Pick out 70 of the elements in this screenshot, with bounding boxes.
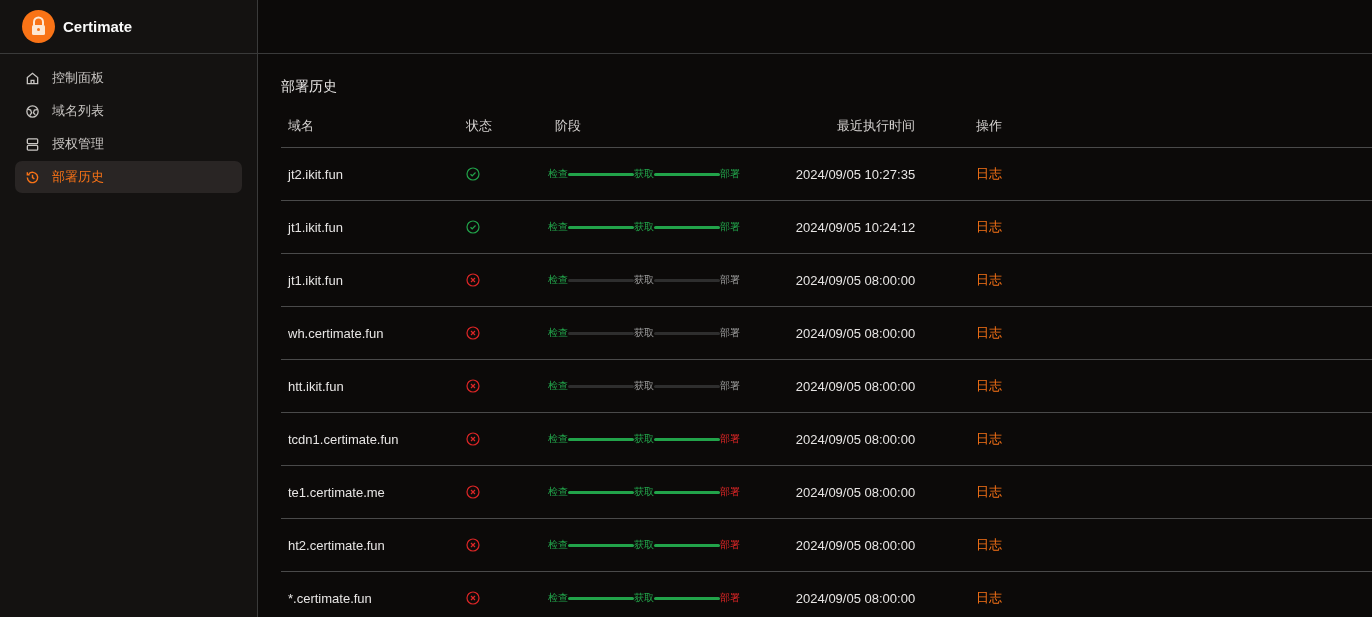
time-cell: 2024/09/05 08:00:00 [782, 572, 969, 617]
domain-cell: jt2.ikit.fun [281, 148, 459, 201]
app-name: Certimate [63, 18, 133, 35]
domain-cell: *.certimate.fun [281, 572, 459, 617]
stage-label: 检查 [548, 326, 568, 340]
stage-label: 检查 [548, 273, 568, 287]
stage-label: 部署 [720, 220, 740, 234]
time-cell: 2024/09/05 08:00:00 [782, 413, 969, 466]
sidebar-item[interactable]: 域名列表 [15, 95, 242, 127]
column-header: 操作 [969, 117, 1372, 148]
log-link[interactable]: 日志 [976, 218, 1002, 236]
domain-cell: jt1.ikit.fun [281, 201, 459, 254]
stage-label: 获取 [634, 591, 654, 605]
stage-label: 获取 [634, 432, 654, 446]
time-cell: 2024/09/05 08:00:00 [782, 466, 969, 519]
stage-label: 检查 [548, 538, 568, 552]
stage-label: 部署 [720, 167, 740, 181]
stage-label: 检查 [548, 485, 568, 499]
column-header: 域名 [281, 117, 459, 148]
column-header: 最近执行时间 [782, 117, 969, 148]
stage-label: 获取 [634, 273, 654, 287]
log-link[interactable]: 日志 [976, 589, 1002, 607]
stage-label: 检查 [548, 432, 568, 446]
time-cell: 2024/09/05 08:00:00 [782, 360, 969, 413]
history-icon [25, 169, 40, 185]
page-title: 部署历史 [281, 78, 338, 96]
stage-label: 部署 [720, 432, 740, 446]
domain-cell: wh.certimate.fun [281, 307, 459, 360]
time-cell: 2024/09/05 10:24:12 [782, 201, 969, 254]
log-link[interactable]: 日志 [976, 377, 1002, 395]
stage-label: 部署 [720, 379, 740, 393]
home-icon [25, 70, 40, 86]
stage-label: 部署 [720, 591, 740, 605]
server-icon [25, 136, 40, 152]
globe-icon [25, 103, 40, 119]
log-link[interactable]: 日志 [976, 536, 1002, 554]
stage-label: 检查 [548, 591, 568, 605]
domain-cell: te1.certimate.me [281, 466, 459, 519]
stage-label: 部署 [720, 326, 740, 340]
stage-label: 部署 [720, 273, 740, 287]
domain-cell: jt1.ikit.fun [281, 254, 459, 307]
stage-label: 检查 [548, 379, 568, 393]
log-link[interactable]: 日志 [976, 483, 1002, 501]
stage-label: 部署 [720, 485, 740, 499]
domain-cell: tcdn1.certimate.fun [281, 413, 459, 466]
column-header: 状态 [459, 117, 548, 148]
time-cell: 2024/09/05 08:00:00 [782, 519, 969, 572]
stage-label: 获取 [634, 326, 654, 340]
domain-cell: htt.ikit.fun [281, 360, 459, 413]
time-cell: 2024/09/05 08:00:00 [782, 254, 969, 307]
stage-label: 获取 [634, 379, 654, 393]
stage-label: 部署 [720, 538, 740, 552]
stage-label: 获取 [634, 538, 654, 552]
stage-label: 获取 [634, 220, 654, 234]
lock-logo-icon [22, 10, 55, 43]
stage-label: 检查 [548, 167, 568, 181]
stage-label: 获取 [634, 167, 654, 181]
stage-label: 检查 [548, 220, 568, 234]
log-link[interactable]: 日志 [976, 271, 1002, 289]
time-cell: 2024/09/05 10:27:35 [782, 148, 969, 201]
sidebar-item[interactable]: 部署历史 [15, 161, 242, 193]
column-header: 阶段 [548, 117, 782, 148]
log-link[interactable]: 日志 [976, 430, 1002, 448]
sidebar-item[interactable]: 控制面板 [15, 62, 242, 94]
log-link[interactable]: 日志 [976, 165, 1002, 183]
sidebar-item[interactable]: 授权管理 [15, 128, 242, 160]
stage-label: 获取 [634, 485, 654, 499]
domain-cell: ht2.certimate.fun [281, 519, 459, 572]
time-cell: 2024/09/05 08:00:00 [782, 307, 969, 360]
log-link[interactable]: 日志 [976, 324, 1002, 342]
